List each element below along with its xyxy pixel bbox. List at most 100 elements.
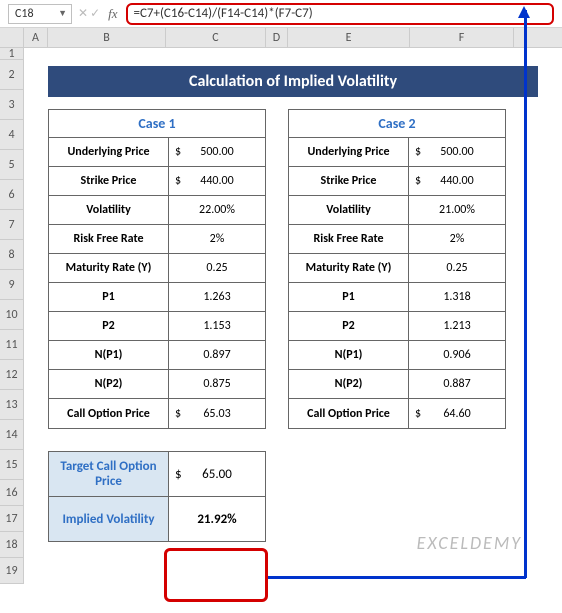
row-header[interactable]: 3	[0, 90, 24, 120]
row-header[interactable]: 9	[0, 270, 24, 300]
column-headers: A B C D E F	[0, 28, 562, 48]
table-row: Strike Price$440.00	[289, 167, 505, 196]
column-header[interactable]: E	[288, 28, 410, 47]
row-header[interactable]: 13	[0, 390, 24, 420]
cancel-icon[interactable]: ✕	[78, 6, 88, 21]
row-headers: 1 2 3 4 5 6 7 8 9 10 11 12 13 14 15 16 1…	[0, 48, 24, 584]
row-label: N(P1)	[49, 341, 169, 369]
table-row: Call Option Price$65.03	[49, 399, 265, 428]
table-row: P21.153	[49, 312, 265, 341]
row-header[interactable]: 19	[0, 558, 24, 584]
row-header[interactable]: 17	[0, 506, 24, 532]
case1-table: Case 1 Underlying Price$500.00Strike Pri…	[48, 109, 266, 429]
result-table: Target Call Option Price $ 65.00 Implied…	[48, 451, 266, 542]
column-header[interactable]: C	[166, 28, 266, 47]
row-header[interactable]: 11	[0, 330, 24, 360]
row-value[interactable]: 1.213	[409, 312, 505, 340]
row-value[interactable]: 22.00%	[169, 196, 265, 224]
row-header[interactable]: 16	[0, 480, 24, 506]
row-header[interactable]: 8	[0, 240, 24, 270]
target-label: Target Call Option Price	[49, 452, 169, 496]
case2-header: Case 2	[289, 110, 505, 138]
row-value[interactable]: 0.875	[169, 370, 265, 398]
row-value[interactable]: 0.906	[409, 341, 505, 369]
target-value[interactable]: $ 65.00	[169, 452, 265, 496]
row-header[interactable]: 12	[0, 360, 24, 390]
table-row: Underlying Price$500.00	[289, 138, 505, 167]
row-value[interactable]: 1.318	[409, 283, 505, 311]
table-row: P11.318	[289, 283, 505, 312]
row-value[interactable]: $440.00	[409, 167, 505, 195]
sheet-content[interactable]: Calculation of Implied Volatility Case 1…	[24, 48, 562, 584]
table-row: N(P2)0.875	[49, 370, 265, 399]
table-row: Strike Price$440.00	[49, 167, 265, 196]
row-value[interactable]: 2%	[169, 225, 265, 253]
chevron-down-icon[interactable]: ▼	[58, 8, 67, 19]
row-label: Volatility	[49, 196, 169, 224]
row-header[interactable]: 1	[0, 48, 24, 60]
formula-bar-row: C18 ▼ ✕ ✓ fx =C7+(C16-C14)/(F14-C14)*(F7…	[0, 0, 562, 28]
row-value[interactable]: 0.897	[169, 341, 265, 369]
row-value[interactable]: 1.263	[169, 283, 265, 311]
row-label: Underlying Price	[289, 138, 409, 166]
row-label: P1	[289, 283, 409, 311]
row-label: Risk Free Rate	[49, 225, 169, 253]
page-title: Calculation of Implied Volatility	[48, 66, 538, 97]
table-row: Maturity Rate (Y)0.25	[289, 254, 505, 283]
row-value[interactable]: $65.03	[169, 399, 265, 428]
row-label: Volatility	[289, 196, 409, 224]
table-row: Risk Free Rate2%	[49, 225, 265, 254]
result-highlight	[164, 548, 268, 602]
row-label: Strike Price	[289, 167, 409, 195]
row-header[interactable]: 14	[0, 420, 24, 450]
row-value[interactable]: 0.887	[409, 370, 505, 398]
column-header[interactable]: A	[24, 28, 48, 47]
table-row: P21.213	[289, 312, 505, 341]
accept-icon[interactable]: ✓	[90, 6, 100, 21]
table-row: Call Option Price$64.60	[289, 399, 505, 428]
row-header[interactable]: 5	[0, 150, 24, 180]
annotation-arrow	[268, 576, 526, 579]
row-label: Strike Price	[49, 167, 169, 195]
case1-header: Case 1	[49, 110, 265, 138]
row-value[interactable]: $500.00	[409, 138, 505, 166]
table-row: Volatility21.00%	[289, 196, 505, 225]
row-header[interactable]: 2	[0, 60, 24, 90]
row-value[interactable]: 0.25	[169, 254, 265, 282]
row-header[interactable]: 7	[0, 210, 24, 240]
row-value[interactable]: $440.00	[169, 167, 265, 195]
row-value[interactable]: $64.60	[409, 399, 505, 428]
row-header[interactable]: 15	[0, 450, 24, 480]
table-row: Maturity Rate (Y)0.25	[49, 254, 265, 283]
row-label: N(P2)	[49, 370, 169, 398]
row-label: N(P1)	[289, 341, 409, 369]
table-row: Underlying Price$500.00	[49, 138, 265, 167]
row-value[interactable]: 1.153	[169, 312, 265, 340]
fx-icon[interactable]: fx	[106, 6, 119, 22]
row-value[interactable]: 0.25	[409, 254, 505, 282]
row-header[interactable]: 6	[0, 180, 24, 210]
row-value[interactable]: $500.00	[169, 138, 265, 166]
name-box[interactable]: C18 ▼	[8, 4, 72, 24]
row-label: P1	[49, 283, 169, 311]
row-header[interactable]: 18	[0, 532, 24, 558]
row-header[interactable]: 4	[0, 120, 24, 150]
row-label: Call Option Price	[289, 399, 409, 428]
row-value[interactable]: 21.00%	[409, 196, 505, 224]
case2-table: Case 2 Underlying Price$500.00Strike Pri…	[288, 109, 506, 429]
result-cell[interactable]: 21.92%	[169, 497, 265, 541]
select-all-triangle[interactable]	[0, 28, 24, 47]
column-header[interactable]: D	[266, 28, 288, 47]
formula-buttons: ✕ ✓	[78, 6, 100, 21]
formula-text: =C7+(C16-C14)/(F14-C14)*(F7-C7)	[134, 6, 313, 21]
row-label: Maturity Rate (Y)	[289, 254, 409, 282]
table-row: N(P1)0.897	[49, 341, 265, 370]
table-row: Volatility22.00%	[49, 196, 265, 225]
row-label: N(P2)	[289, 370, 409, 398]
formula-input[interactable]: =C7+(C16-C14)/(F14-C14)*(F7-C7)	[126, 3, 554, 25]
column-header[interactable]: B	[48, 28, 166, 47]
table-row: N(P2)0.887	[289, 370, 505, 399]
row-value[interactable]: 2%	[409, 225, 505, 253]
column-header[interactable]: F	[410, 28, 514, 47]
row-header[interactable]: 10	[0, 300, 24, 330]
